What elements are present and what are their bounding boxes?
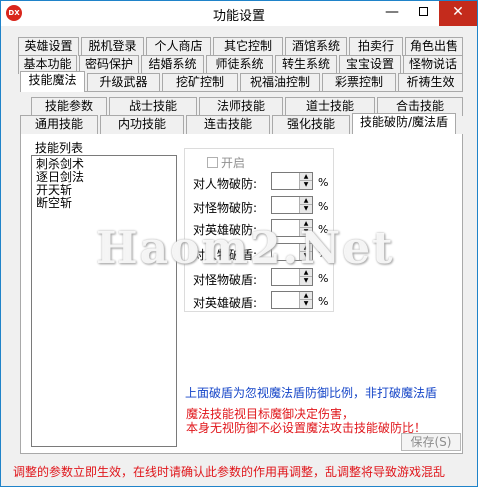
hero-shield-stepper[interactable]: ▲ ▼ [271,291,313,309]
tab-prayer-effect[interactable]: 祈祷生效 [398,73,463,92]
percent-unit: % [318,200,329,213]
monster-break-stepper[interactable]: ▲ ▼ [271,196,313,214]
player-break-label: 对人物破防: [193,177,258,191]
save-button[interactable]: 保存(S) [401,433,461,451]
shield-note: 上面破盾为忽视魔法盾防御比例，非打破魔法盾 [185,386,438,400]
tab-blessing-oil-control[interactable]: 祝福油控制 [240,73,320,92]
tab-pet-settings[interactable]: 宝宝设置 [339,55,401,74]
tab-skill-params[interactable]: 技能参数 [31,97,107,116]
footer-warning: 调整的参数立即生效，在线时请确认此参数的作用再调整，乱调整将导致游戏混乱 [13,465,446,479]
magic-note-line2: 本身无视防御不必设置魔法攻击技能破防比！ [186,421,427,435]
tab-monster-speech[interactable]: 怪物说话 [403,55,463,74]
player-break-stepper[interactable]: ▲ ▼ [271,172,313,190]
checkbox-box[interactable] [207,157,218,168]
tab-password-protection[interactable]: 密码保护 [79,55,139,74]
skill-list-label: 技能列表 [35,141,84,155]
outer-tab-divider [20,91,463,92]
spin-up-icon[interactable]: ▲ [300,173,312,181]
percent-unit: % [318,176,329,189]
tab-internal-skills[interactable]: 内功技能 [100,115,184,134]
tab-lottery-control[interactable]: 彩票控制 [322,73,396,92]
tab-rebirth-system[interactable]: 转生系统 [275,55,337,74]
spin-down-icon[interactable]: ▼ [300,205,312,213]
tab-mage-skills[interactable]: 法师技能 [199,97,283,116]
tab-skill-break-shield[interactable]: 技能破防/魔法盾 [352,113,456,134]
tab-mining-control[interactable]: 挖矿控制 [162,73,238,92]
settings-window: DX 功能设置 — ✕ 英雄设置 脱机登录 个人商店 其它控制 酒馆系统 拍卖行… [0,0,478,487]
tab-enhance-skills[interactable]: 强化技能 [272,115,350,134]
tab-tavern-system[interactable]: 酒馆系统 [285,37,347,56]
tab-personal-shop[interactable]: 个人商店 [146,37,211,56]
close-button[interactable]: ✕ [439,1,477,26]
hero-shield-label: 对英雄破盾: [193,296,258,310]
tab-auction-house[interactable]: 拍卖行 [349,37,403,56]
spin-up-icon[interactable]: ▲ [300,292,312,300]
spin-down-icon[interactable]: ▼ [300,300,312,308]
minimize-button[interactable]: — [377,1,407,26]
list-item[interactable]: 断空斩 [36,197,172,210]
tab-chain-skills[interactable]: 连击技能 [186,115,270,134]
enable-label: 开启 [221,156,246,170]
tab-other-control[interactable]: 其它控制 [213,37,283,56]
tab-skill-magic[interactable]: 技能魔法 [20,71,85,92]
tab-role-sale[interactable]: 角色出售 [405,37,463,56]
tab-marriage-system[interactable]: 结婚系统 [141,55,204,74]
tab-upgrade-weapon[interactable]: 升级武器 [87,73,160,92]
skill-list[interactable]: 刺杀剑术 逐日剑法 开天斩 断空斩 [31,155,177,447]
title-bar: DX 功能设置 — ✕ [1,1,477,26]
tab-general-skills[interactable]: 通用技能 [20,115,98,134]
tab-warrior-skills[interactable]: 战士技能 [109,97,197,116]
spin-down-icon[interactable]: ▼ [300,181,312,189]
maximize-button[interactable] [408,1,438,26]
tab-offline-login[interactable]: 脱机登录 [81,37,144,56]
enable-checkbox[interactable]: 开启 [207,154,245,171]
percent-unit: % [318,295,329,308]
tab-hero-settings[interactable]: 英雄设置 [18,37,79,56]
maximize-icon [418,7,428,16]
spin-down-icon[interactable]: ▼ [300,277,312,285]
monster-break-label: 对怪物破防: [193,201,258,215]
spin-up-icon[interactable]: ▲ [300,197,312,205]
watermark: Haom2.Net [96,223,395,274]
tab-mentor-system[interactable]: 师徒系统 [206,55,273,74]
